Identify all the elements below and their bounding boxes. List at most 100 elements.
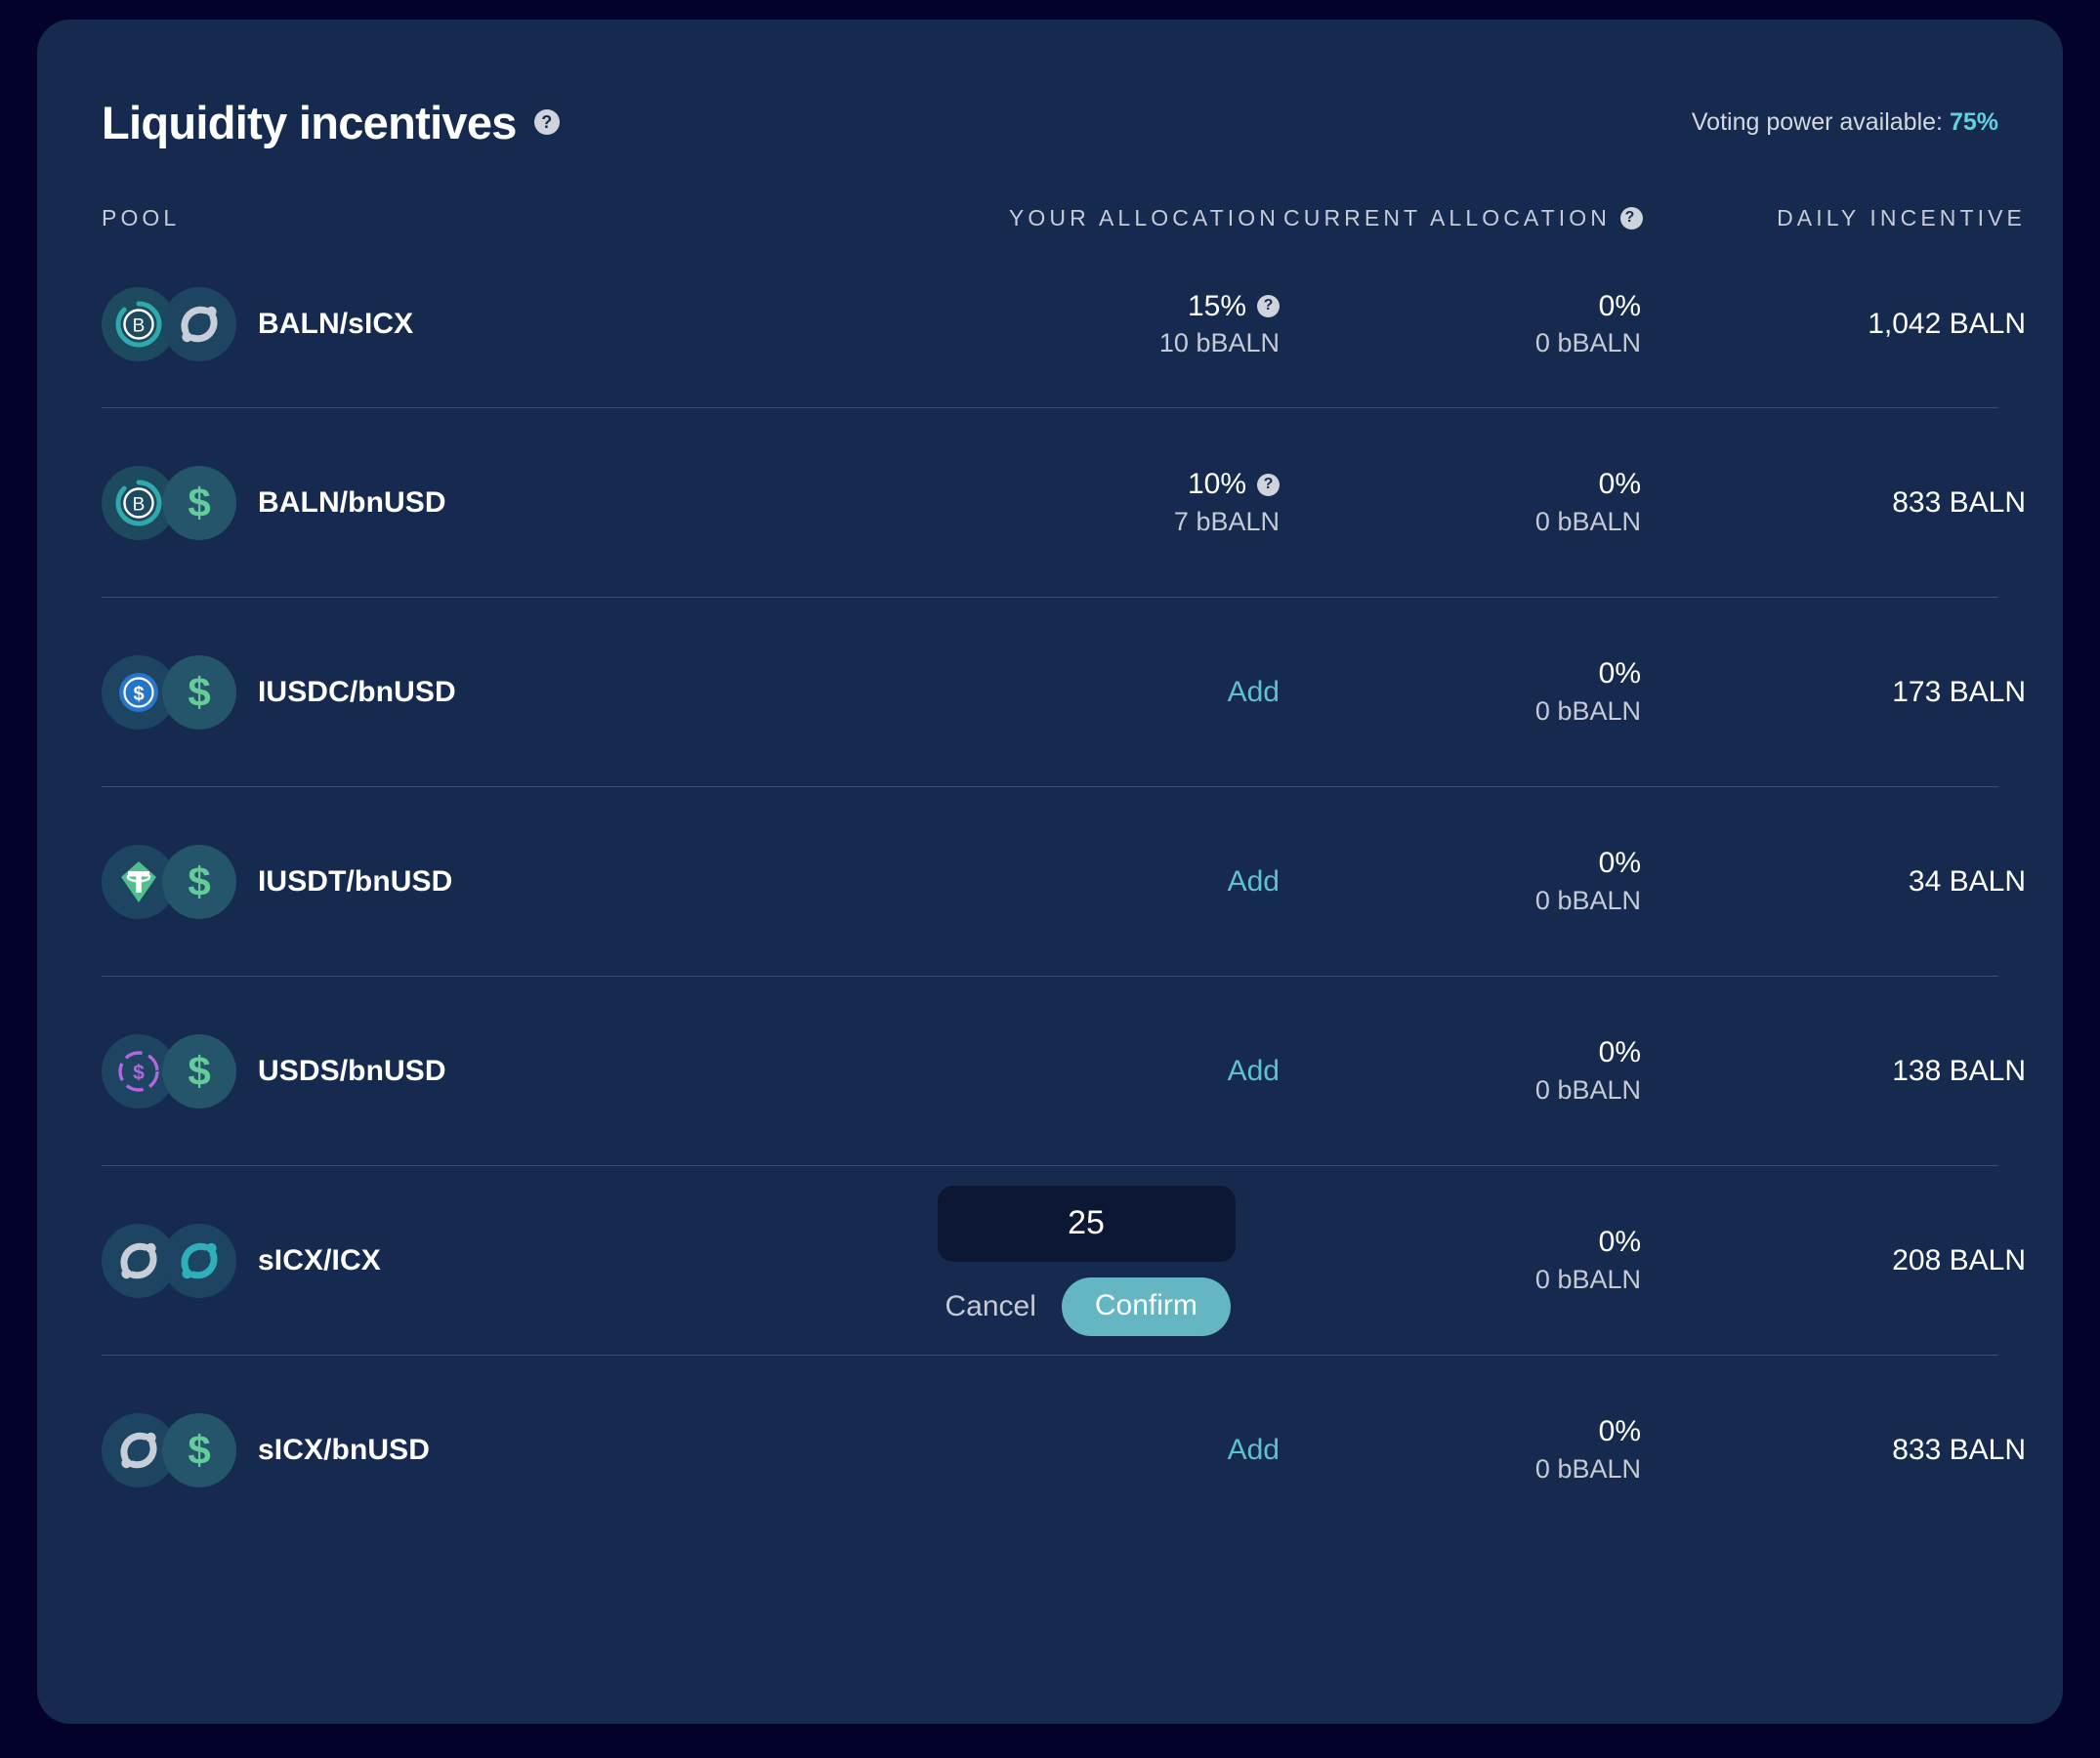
- confirm-button[interactable]: Confirm: [1061, 1277, 1231, 1336]
- current-allocation-amount: 0 bBALN: [1534, 328, 1641, 358]
- daily-incentive-value: 1,042 BALN: [1868, 308, 2026, 340]
- current-allocation-percent: 0%: [1598, 289, 1641, 322]
- add-allocation-link[interactable]: Add: [893, 1055, 1283, 1088]
- column-header-current-allocation: CURRENT ALLOCATION ?: [1283, 205, 1645, 231]
- current-allocation-cell: 0% 0 bBALN: [1283, 655, 1645, 728]
- current-allocation-cell: 0% 0 bBALN: [1283, 466, 1645, 538]
- daily-incentive-value: 173 BALN: [1892, 675, 2026, 708]
- table-row: $ $ IUSDC/bnUSD Add 0% 0 bBALN 173 BALN: [102, 597, 2026, 786]
- token-pair-icons: $ $: [102, 654, 236, 730]
- pool-name: sICX/ICX: [258, 1243, 381, 1277]
- table-row: $ sICX/bnUSD Add 0% 0 bBALN 833 BALN: [102, 1355, 2026, 1544]
- column-header-current-allocation-label: CURRENT ALLOCATION: [1283, 205, 1611, 230]
- pool-cell: $ sICX/bnUSD: [102, 1412, 893, 1487]
- current-allocation-cell: 0% 0 bBALN: [1283, 1413, 1645, 1486]
- pool-name: BALN/bnUSD: [258, 485, 446, 519]
- svg-text:$: $: [188, 669, 210, 715]
- voting-power-label: Voting power available:: [1691, 107, 1943, 136]
- allocation-input[interactable]: [937, 1185, 1236, 1262]
- sicx-token-icon: [162, 287, 236, 361]
- daily-incentive-value: 34 BALN: [1908, 864, 2026, 898]
- voting-power-value: 75%: [1949, 107, 1998, 136]
- svg-text:$: $: [188, 480, 210, 525]
- cancel-button[interactable]: Cancel: [938, 1290, 1062, 1323]
- daily-incentive-value: 138 BALN: [1892, 1054, 2026, 1087]
- current-allocation-amount: 0 bBALN: [1534, 885, 1641, 915]
- incentives-table: POOL YOUR ALLOCATION CURRENT ALLOCATION …: [102, 205, 2026, 1544]
- current-allocation-cell: 0% 0 bBALN: [1283, 1034, 1645, 1107]
- your-allocation-cell: 10%? 7 bBALN: [893, 466, 1283, 538]
- current-allocation-amount: 0 bBALN: [1534, 506, 1641, 536]
- pool-cell: $ IUSDT/bnUSD: [102, 844, 893, 919]
- table-row: B $ BALN/bnUSD 10%? 7 bBALN 0% 0 bBALN 833 BALN: [102, 407, 2026, 597]
- your-allocation-amount: 7 bBALN: [1173, 506, 1280, 536]
- column-header-daily-incentive: DAILY INCENTIVE: [1777, 205, 2026, 230]
- column-header-pool: POOL: [102, 205, 181, 230]
- bnusd-token-icon: $: [162, 844, 236, 919]
- daily-incentive-value: 833 BALN: [1892, 1433, 2026, 1466]
- token-pair-icons: $: [102, 844, 236, 919]
- pool-name: USDS/bnUSD: [258, 1054, 446, 1087]
- current-allocation-amount: 0 bBALN: [1534, 1074, 1641, 1105]
- current-allocation-amount: 0 bBALN: [1534, 1453, 1641, 1484]
- pool-name: IUSDT/bnUSD: [258, 864, 453, 898]
- bnusd-token-icon: $: [162, 1412, 236, 1487]
- svg-text:$: $: [188, 1427, 210, 1473]
- table-row: B BALN/sICX 15%? 10 bBALN 0% 0 bBALN 1,042 BAL…: [102, 241, 2026, 407]
- help-circle-icon[interactable]: ?: [1257, 473, 1280, 496]
- your-allocation-percent-row: 15%?: [893, 288, 1280, 325]
- token-pair-icons: B: [102, 287, 236, 361]
- bnusd-token-icon: $: [162, 465, 236, 540]
- help-circle-icon[interactable]: ?: [533, 109, 560, 135]
- allocation-editor: CancelConfirm: [893, 1185, 1283, 1336]
- title-group: Liquidity incentives ?: [102, 100, 560, 146]
- bnusd-token-icon: $: [162, 1033, 236, 1109]
- pool-cell: sICX/ICX: [102, 1223, 893, 1298]
- icx-token-icon: [162, 1223, 236, 1298]
- daily-incentive-value: 208 BALN: [1892, 1243, 2026, 1277]
- pool-cell: $ $ IUSDC/bnUSD: [102, 654, 893, 730]
- svg-text:$: $: [188, 858, 210, 904]
- token-pair-icons: [102, 1223, 236, 1298]
- svg-text:B: B: [133, 316, 146, 337]
- daily-incentive-value: 833 BALN: [1892, 485, 2026, 519]
- current-allocation-amount: 0 bBALN: [1534, 1264, 1641, 1294]
- current-allocation-cell: 0% 0 bBALN: [1283, 845, 1645, 917]
- token-pair-icons: $: [102, 1412, 236, 1487]
- your-allocation-amount: 10 bBALN: [1158, 328, 1280, 358]
- page-title: Liquidity incentives: [102, 96, 517, 148]
- add-allocation-link[interactable]: Add: [893, 1434, 1283, 1467]
- current-allocation-percent: 0%: [1598, 1226, 1641, 1259]
- your-allocation-percent: 15%: [1187, 289, 1246, 322]
- current-allocation-percent: 0%: [1598, 847, 1641, 880]
- liquidity-incentives-card: Liquidity incentives ? Voting power avai…: [37, 20, 2063, 1724]
- table-row: $ $ USDS/bnUSD Add 0% 0 bBALN 138 BALN: [102, 976, 2026, 1165]
- current-allocation-percent: 0%: [1598, 1036, 1641, 1069]
- bnusd-token-icon: $: [162, 654, 236, 730]
- token-pair-icons: $ $: [102, 1033, 236, 1109]
- current-allocation-cell: 0% 0 bBALN: [1283, 1224, 1645, 1296]
- card-header: Liquidity incentives ? Voting power avai…: [102, 90, 1998, 154]
- your-allocation-cell: 15%? 10 bBALN: [893, 288, 1283, 360]
- help-circle-icon[interactable]: ?: [1620, 207, 1643, 230]
- column-header-your-allocation: YOUR ALLOCATION: [1008, 205, 1280, 230]
- pool-name: BALN/sICX: [258, 308, 414, 340]
- help-circle-icon[interactable]: ?: [1257, 295, 1280, 318]
- svg-text:B: B: [133, 494, 146, 515]
- pool-name: IUSDC/bnUSD: [258, 675, 456, 708]
- add-allocation-link[interactable]: Add: [893, 865, 1283, 899]
- allocation-editor-actions: Cancel Confirm: [938, 1277, 1236, 1336]
- app-root: Liquidity incentives ? Voting power avai…: [0, 0, 2100, 1758]
- token-pair-icons: B $: [102, 465, 236, 540]
- pool-name: sICX/bnUSD: [258, 1433, 431, 1466]
- add-allocation-link[interactable]: Add: [893, 676, 1283, 709]
- current-allocation-percent: 0%: [1598, 1415, 1641, 1448]
- table-header-row: POOL YOUR ALLOCATION CURRENT ALLOCATION …: [102, 205, 2022, 241]
- svg-text:$: $: [133, 1062, 145, 1084]
- voting-power-status: Voting power available: 75%: [1692, 108, 1998, 137]
- current-allocation-amount: 0 bBALN: [1534, 695, 1641, 726]
- svg-text:$: $: [133, 684, 144, 705]
- current-allocation-percent: 0%: [1598, 657, 1641, 691]
- current-allocation-percent: 0%: [1598, 468, 1641, 501]
- pool-cell: $ $ USDS/bnUSD: [102, 1033, 893, 1109]
